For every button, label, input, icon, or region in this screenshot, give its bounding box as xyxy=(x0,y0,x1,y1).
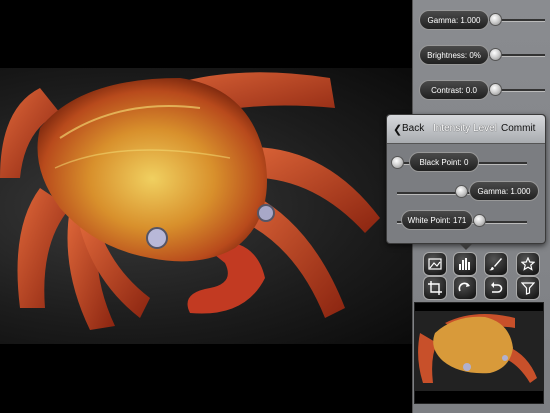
commit-button[interactable]: Commit xyxy=(501,123,535,134)
popover-arrow xyxy=(459,243,473,250)
gamma-value-pill: Gamma: 1.000 xyxy=(419,10,489,30)
brightness-slider-knob[interactable] xyxy=(489,48,502,61)
star-tool-button[interactable] xyxy=(516,252,540,276)
black-point-slider-knob[interactable] xyxy=(391,156,404,169)
back-button[interactable]: Back xyxy=(402,123,424,134)
intensity-level-popover: ❮ Back Intensity Level Commit Black Poin… xyxy=(386,114,546,250)
histogram-tool-button[interactable] xyxy=(453,252,477,276)
undo-icon xyxy=(491,282,503,293)
brightness-value-pill: Brightness: 0% xyxy=(419,45,489,65)
white-point-slider-knob[interactable] xyxy=(473,214,486,227)
brush-tool-button[interactable] xyxy=(484,252,508,276)
crab-photo[interactable] xyxy=(0,68,412,344)
white-point-value-pill: White Point: 171 xyxy=(401,210,473,230)
brush-icon xyxy=(489,258,502,271)
contrast-slider-knob[interactable] xyxy=(489,83,502,96)
popover-gamma-slider-knob[interactable] xyxy=(455,185,468,198)
popover-title: Intensity Level xyxy=(433,123,497,134)
image-canvas[interactable] xyxy=(0,0,412,413)
rotate-tool-button[interactable] xyxy=(453,276,477,300)
histogram-icon xyxy=(459,258,470,270)
black-point-value-pill: Black Point: 0 xyxy=(409,152,479,172)
crop-icon xyxy=(428,281,442,295)
gamma-slider-knob[interactable] xyxy=(489,13,502,26)
crop-tool-button[interactable] xyxy=(423,276,447,300)
crab-image xyxy=(0,72,380,330)
rotate-right-icon xyxy=(458,282,470,292)
popover-gamma-value-pill: Gamma: 1.000 xyxy=(469,181,539,201)
thumbnail-image xyxy=(415,311,543,391)
filter-tool-button[interactable] xyxy=(516,276,540,300)
popover-header: ❮ Back Intensity Level Commit xyxy=(387,115,545,144)
undo-tool-button[interactable] xyxy=(484,276,508,300)
image-icon xyxy=(428,258,442,270)
star-icon xyxy=(521,257,535,271)
filter-icon xyxy=(521,282,535,295)
back-chevron-icon[interactable]: ❮ xyxy=(393,123,402,136)
image-tool-button[interactable] xyxy=(423,252,447,276)
image-thumbnail[interactable] xyxy=(414,302,544,404)
contrast-value-pill: Contrast: 0.0 xyxy=(419,80,489,100)
